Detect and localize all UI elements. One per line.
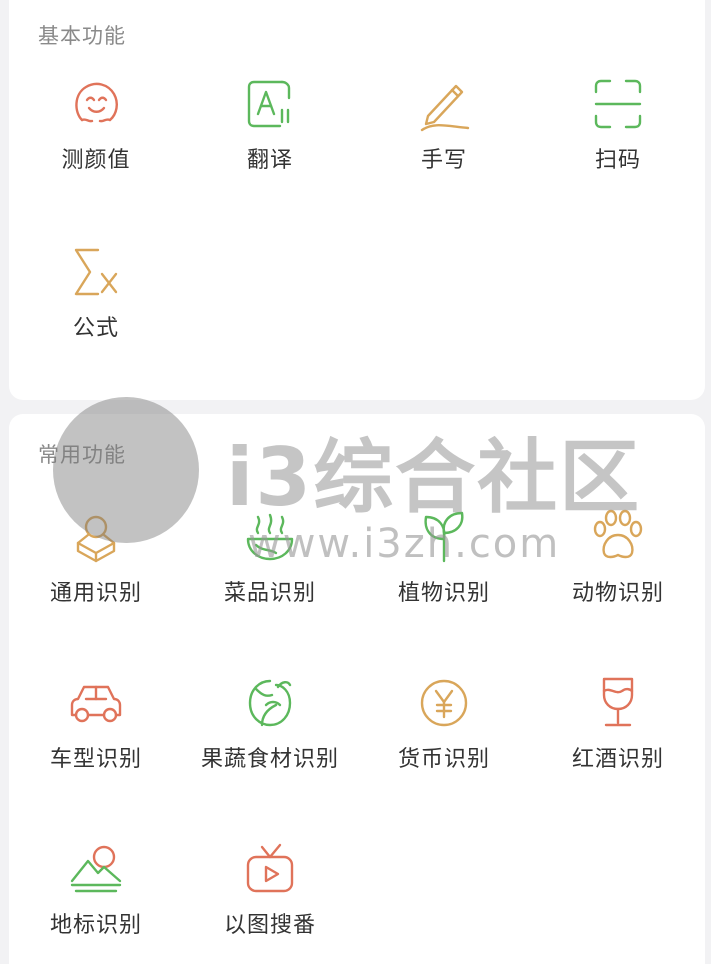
section-title-basic: 基本功能 [38,24,126,48]
tile-vegetable-recognition[interactable]: 果蔬食材识别 [183,675,357,841]
paw-icon [590,509,646,565]
tile-currency-recognition[interactable]: 货币识别 [357,675,531,841]
tile-label: 测颜值 [61,148,131,173]
tile-plant-recognition[interactable]: 植物识别 [357,509,531,675]
tile-label: 红酒识别 [571,747,664,772]
tile-label: 菜品识别 [223,581,316,606]
formula-icon [68,244,124,300]
currency-icon [416,675,472,731]
generic-recognition-icon [68,509,124,565]
tile-label: 果蔬食材识别 [200,747,339,772]
tile-label: 以图搜番 [223,913,316,938]
tile-scan[interactable]: 扫码 [531,76,705,244]
tile-generic-recognition[interactable]: 通用识别 [9,509,183,675]
tile-label: 货币识别 [397,747,490,772]
tile-face-score[interactable]: 测颜值 [9,76,183,244]
section-title-common: 常用功能 [38,443,126,467]
tile-car-recognition[interactable]: 车型识别 [9,675,183,841]
plant-icon [416,509,472,565]
common-functions-card: 常用功能 通用识别 菜品识别 植物识别 动物识别 车型识别 果蔬食材识别 货币识… [9,414,705,964]
tile-label: 动物识别 [571,581,664,606]
face-icon [68,76,124,132]
translate-icon [242,76,298,132]
tile-label: 手写 [420,148,467,173]
tile-formula[interactable]: 公式 [9,244,183,412]
scan-icon [590,76,646,132]
landmark-icon [68,841,124,897]
wine-icon [590,675,646,731]
tile-translate[interactable]: 翻译 [183,76,357,244]
pen-icon [416,76,472,132]
car-icon [68,675,124,731]
tile-anime-search[interactable]: 以图搜番 [183,841,357,964]
tile-animal-recognition[interactable]: 动物识别 [531,509,705,675]
tile-label: 植物识别 [397,581,490,606]
tile-label: 扫码 [594,148,641,173]
tile-label: 公式 [72,316,119,341]
tile-label: 翻译 [246,148,293,173]
tile-dish-recognition[interactable]: 菜品识别 [183,509,357,675]
tile-label: 地标识别 [49,913,142,938]
tile-wine-recognition[interactable]: 红酒识别 [531,675,705,841]
tile-landmark-recognition[interactable]: 地标识别 [9,841,183,964]
vegetable-icon [242,675,298,731]
basic-functions-grid: 测颜值 翻译 手写 扫码 公式 [9,76,705,412]
common-functions-grid: 通用识别 菜品识别 植物识别 动物识别 车型识别 果蔬食材识别 货币识别 红酒识… [9,509,705,964]
basic-functions-card: 基本功能 测颜值 翻译 手写 扫码 公式 [9,0,705,400]
tv-icon [242,841,298,897]
tile-label: 车型识别 [49,747,142,772]
tile-handwriting[interactable]: 手写 [357,76,531,244]
tile-label: 通用识别 [49,581,142,606]
dish-icon [242,509,298,565]
